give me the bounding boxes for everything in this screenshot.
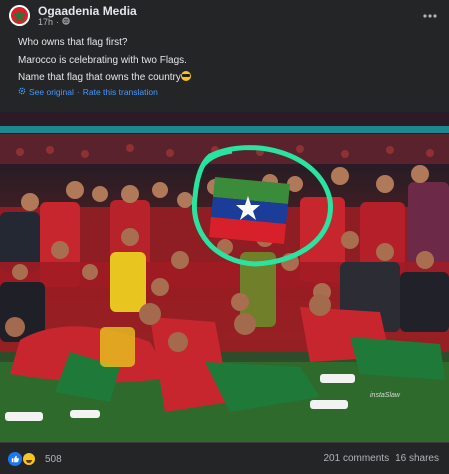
like-reaction-icon: [8, 452, 22, 466]
see-original-link[interactable]: See original: [29, 87, 74, 97]
translation-separator: ·: [76, 87, 80, 97]
post-time[interactable]: 17h: [38, 17, 53, 27]
highlighted-flag: [209, 177, 290, 244]
globe-icon: [62, 17, 70, 27]
post-footer: 508 201 comments 16 shares: [0, 442, 449, 474]
comments-count[interactable]: 201 comments: [323, 453, 389, 464]
post-text-line-1: Who owns that flag first?: [18, 37, 128, 48]
photo-watermark: instaSlaw: [370, 392, 400, 399]
sunglasses-emoji-icon: [180, 71, 191, 81]
translation-bar: See original · Rate this translation: [18, 87, 158, 97]
reactions-summary[interactable]: 508: [8, 452, 62, 466]
rate-translation-link[interactable]: Rate this translation: [83, 87, 158, 97]
more-options-icon[interactable]: [418, 2, 442, 26]
post-text-line-2: Marocco is celebrating with two Flags.: [18, 55, 187, 66]
post-text-line-3: Name that flag that owns the country: [18, 71, 438, 84]
meta-separator: ·: [56, 17, 60, 27]
reaction-count[interactable]: 508: [45, 454, 62, 465]
haha-reaction-icon: [22, 452, 36, 466]
post-meta: 17h ·: [38, 17, 70, 27]
shares-count[interactable]: 16 shares: [395, 453, 439, 464]
engagement-stats: 201 comments 16 shares: [323, 453, 439, 464]
post-header: Ogaadenia Media 17h ·: [0, 0, 449, 32]
page-name[interactable]: Ogaadenia Media: [38, 4, 137, 18]
post-text-line-3-text: Name that flag that owns the country: [18, 72, 181, 83]
translate-gear-icon: [18, 87, 26, 97]
page-avatar[interactable]: [9, 5, 30, 26]
post-photo[interactable]: instaSlaw: [0, 112, 449, 442]
